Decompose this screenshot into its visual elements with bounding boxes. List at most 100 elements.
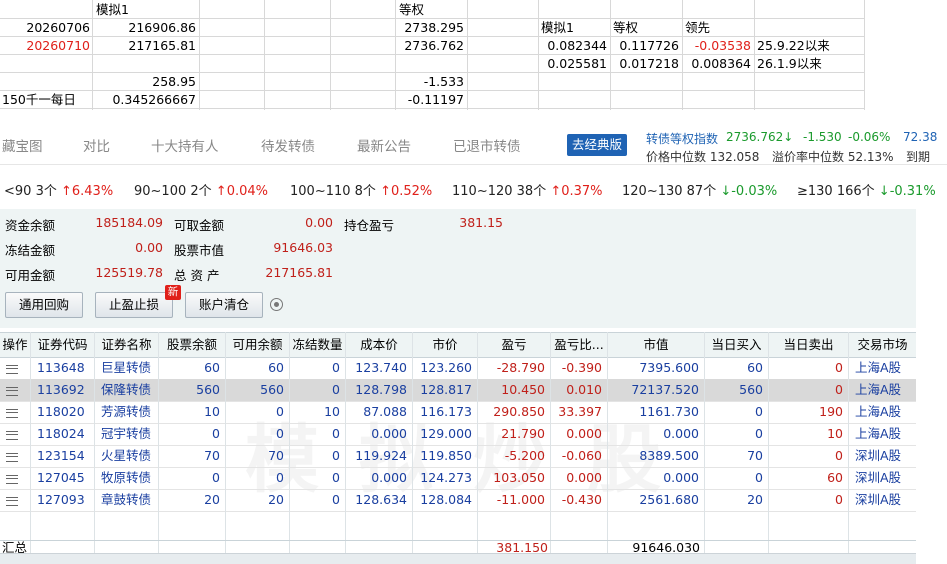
table-row[interactable]: 123154 火星转债 70 70 0 119.924 119.850 -5.200 -0.06… [0, 445, 916, 468]
tab-announcements[interactable]: 最新公告 [357, 135, 411, 155]
sheet-header-equal[interactable]: 等权 [399, 1, 424, 19]
sheet-cell[interactable]: 2736.762 [396, 37, 464, 55]
index-label[interactable]: 转债等权指数 [646, 130, 718, 147]
cell-frozen: 0 [332, 448, 340, 463]
cell-code[interactable]: 113692 [37, 379, 89, 401]
cell-market: 上海A股 [855, 360, 902, 375]
sheet-cell[interactable]: 20260706 [0, 19, 90, 37]
cell-code[interactable]: 123154 [37, 445, 89, 467]
cell-name[interactable]: 章鼓转债 [101, 489, 153, 511]
sheet-header-sim[interactable]: 模拟1 [96, 1, 129, 19]
table-row[interactable]: 127093 章鼓转债 20 20 0 128.634 128.084 -11.000 -0.4… [0, 489, 916, 512]
col-market[interactable]: 交易市场 [849, 333, 916, 357]
range-item[interactable]: 90~100 2个 ↑0.04% [134, 180, 268, 199]
col-bought-today[interactable]: 当日买入 [705, 333, 769, 357]
sheet-cell[interactable]: 150千一每日 [2, 91, 76, 109]
col-pnl-ratio[interactable]: 盈亏比... [551, 333, 608, 357]
col-price[interactable]: 市价 [413, 333, 478, 357]
stop-profit-loss-button[interactable]: 止盈止损 [95, 292, 173, 318]
col-name[interactable]: 证券名称 [95, 333, 159, 357]
sheet-cell[interactable]: 216906.86 [100, 19, 196, 37]
col-balance[interactable]: 股票余额 [159, 333, 226, 357]
sheet-cell[interactable]: 217165.81 [100, 37, 196, 55]
mini-cell[interactable]: 0.082344 [539, 37, 607, 55]
mini-header[interactable]: 领先 [685, 19, 710, 37]
cell-code[interactable]: 127045 [37, 467, 89, 489]
mini-header[interactable]: 模拟1 [541, 19, 574, 37]
column-divider [704, 332, 705, 554]
row-menu-icon[interactable] [6, 409, 18, 418]
col-cost[interactable]: 成本价 [346, 333, 413, 357]
tab-treasure-map[interactable]: 藏宝图 [2, 135, 43, 155]
tab-delisted[interactable]: 已退市转债 [453, 135, 521, 155]
cell-code[interactable]: 118024 [37, 423, 89, 445]
cell-code[interactable]: 113648 [37, 357, 89, 379]
cell-name[interactable]: 牧原转债 [101, 467, 153, 489]
mini-header[interactable]: 等权 [613, 19, 638, 37]
row-menu-icon[interactable] [6, 431, 18, 440]
col-code[interactable]: 证券代码 [31, 333, 95, 357]
table-row[interactable]: 118024 冠宇转债 0 0 0 0.000 129.000 21.790 0.000 0.00… [0, 423, 916, 446]
row-menu-icon[interactable] [6, 475, 18, 484]
mini-cell[interactable]: 0.017218 [611, 55, 679, 73]
sheet-cell[interactable]: 258.95 [100, 73, 196, 91]
mini-cell[interactable]: 26.1.9以来 [757, 55, 822, 73]
mini-cell[interactable]: 0.025581 [539, 55, 607, 73]
sheet-cell[interactable]: -0.11197 [396, 91, 464, 109]
row-menu-icon[interactable] [6, 365, 18, 374]
cell-name[interactable]: 保隆转债 [101, 379, 153, 401]
cell-pnl: -5.200 [504, 448, 545, 463]
column-divider [768, 332, 769, 554]
settings-circle-icon[interactable] [270, 298, 283, 311]
repo-button[interactable]: 通用回购 [5, 292, 83, 318]
row-menu-icon[interactable] [6, 453, 18, 462]
row-menu-icon[interactable] [6, 497, 18, 506]
col-available[interactable]: 可用余额 [226, 333, 290, 357]
range-item[interactable]: <90 3个 ↑6.43% [4, 180, 113, 199]
mini-cell[interactable]: 25.9.22以来 [757, 37, 830, 55]
range-item[interactable]: ≥130 166个 ↓-0.31% [797, 180, 936, 199]
tab-top-holders[interactable]: 十大持有人 [151, 135, 219, 155]
table-row[interactable]: 113692 保隆转债 560 560 0 128.798 128.817 10.450 0.0… [0, 379, 916, 402]
mini-cell[interactable]: 0.008364 [683, 55, 751, 73]
median-price: 价格中位数 132.058 [646, 150, 760, 164]
mini-cell[interactable]: 0.117726 [611, 37, 679, 55]
tab-compare[interactable]: 对比 [83, 135, 110, 155]
index-pct: -0.06% [848, 130, 891, 144]
column-divider [345, 332, 346, 554]
row-menu-icon[interactable] [6, 387, 18, 396]
table-row[interactable]: 127045 牧原转债 0 0 0 0.000 124.273 103.050 0.000 0.0… [0, 467, 916, 490]
col-frozen[interactable]: 冻结数量 [290, 333, 346, 357]
classic-version-button[interactable]: 去经典版 [567, 134, 627, 156]
clear-account-button[interactable]: 账户清仓 [185, 292, 263, 318]
cell-bought: 60 [747, 360, 763, 375]
sheet-cell[interactable]: 0.345266667 [100, 91, 196, 109]
sheet-cell[interactable]: -1.533 [396, 73, 464, 91]
range-item[interactable]: 100~110 8个 ↑0.52% [290, 180, 432, 199]
table-row[interactable]: 113648 巨星转债 60 60 0 123.740 123.260 -28.790 -0.3… [0, 357, 916, 380]
cell-available: 0 [276, 426, 284, 441]
cell-name[interactable]: 火星转债 [101, 445, 153, 467]
cell-bought: 0 [755, 470, 763, 485]
cell-name[interactable]: 巨星转债 [101, 357, 153, 379]
table-row[interactable]: 118020 芳源转债 10 0 10 87.088 116.173 290.850 33.39… [0, 401, 916, 424]
index-value: 2736.762↓ [726, 130, 794, 144]
sheet-cell[interactable]: 20260710 [0, 37, 90, 55]
cell-pnl: 21.790 [501, 426, 545, 441]
horizontal-scrollbar[interactable] [0, 553, 916, 564]
col-sold-today[interactable]: 当日卖出 [769, 333, 849, 357]
tab-pending-bonds[interactable]: 待发转债 [261, 135, 315, 155]
spreadsheet[interactable]: 模拟1 等权 20260706 216906.86 2738.295 20260… [0, 0, 865, 110]
mini-cell[interactable]: -0.03538 [683, 37, 751, 55]
cell-balance: 10 [204, 404, 220, 419]
cell-code[interactable]: 118020 [37, 401, 89, 423]
col-pnl[interactable]: 盈亏 [478, 333, 551, 357]
cell-name[interactable]: 冠宇转债 [101, 423, 153, 445]
cell-code[interactable]: 127093 [37, 489, 89, 511]
col-market-value[interactable]: 市值 [608, 333, 705, 357]
col-action[interactable]: 操作 [0, 333, 31, 357]
range-item[interactable]: 120~130 87个 ↓-0.03% [622, 180, 777, 199]
cell-name[interactable]: 芳源转债 [101, 401, 153, 423]
sheet-cell[interactable]: 2738.295 [396, 19, 464, 37]
range-item[interactable]: 110~120 38个 ↑0.37% [452, 180, 603, 199]
